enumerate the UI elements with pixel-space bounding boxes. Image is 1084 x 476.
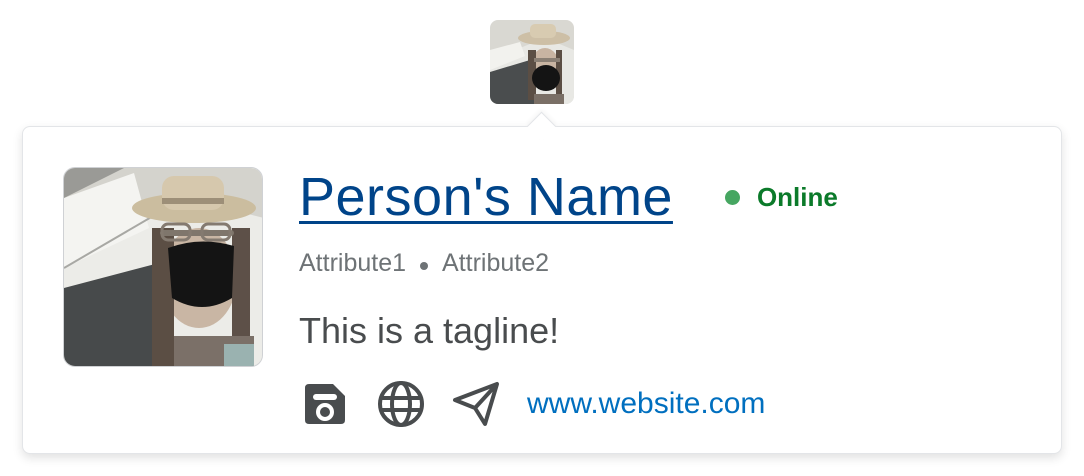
voicemail-tape-icon[interactable] <box>299 378 351 430</box>
name-row: Person's Name Online <box>299 161 838 233</box>
attributes-row: Attribute1 Attribute2 <box>299 249 838 278</box>
profile-card: Person's Name Online Attribute1 Attribut… <box>22 111 1062 454</box>
send-paper-plane-icon[interactable] <box>451 378 503 430</box>
profile-avatar <box>63 167 263 367</box>
actions-row: www.website.com <box>299 378 838 430</box>
profile-card-stage: Person's Name Online Attribute1 Attribut… <box>0 0 1084 476</box>
profile-avatar-image <box>64 168 262 366</box>
globe-icon[interactable] <box>375 378 427 430</box>
attribute-separator-icon <box>420 261 429 270</box>
attribute-2: Attribute2 <box>442 249 550 277</box>
person-name-link[interactable]: Person's Name <box>299 166 673 228</box>
trigger-avatar[interactable] <box>490 20 574 104</box>
status-text: Online <box>756 181 838 212</box>
attribute-1: Attribute1 <box>299 249 407 277</box>
status-dot-icon <box>724 189 740 205</box>
website-link[interactable]: www.website.com <box>527 387 765 421</box>
profile-info: Person's Name Online Attribute1 Attribut… <box>299 161 838 430</box>
trigger-avatar-image <box>490 20 574 104</box>
online-status: Online <box>724 181 838 213</box>
tagline: This is a tagline! <box>299 310 560 351</box>
